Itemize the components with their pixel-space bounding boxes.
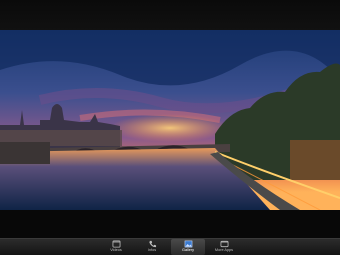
paris-sunset-image	[0, 30, 340, 210]
bottom-spacer	[0, 210, 340, 238]
tab-videos[interactable]: Videos	[99, 239, 133, 255]
apps-icon	[220, 240, 228, 248]
tab-bar: Videos Infos Gallery More Apps	[0, 238, 340, 255]
tab-label: More Apps	[214, 248, 234, 252]
tab-infos[interactable]: Infos	[135, 239, 169, 255]
top-bar	[0, 0, 340, 30]
app-screen: Videos Infos Gallery More Apps	[0, 0, 340, 255]
tab-more-apps[interactable]: More Apps	[207, 239, 241, 255]
gallery-photo[interactable]	[0, 30, 340, 210]
phone-icon	[148, 240, 156, 248]
tab-label: Infos	[147, 248, 157, 252]
tab-gallery[interactable]: Gallery	[171, 239, 205, 255]
tab-label: Videos	[110, 248, 122, 252]
tab-label: Gallery	[181, 248, 195, 252]
gallery-icon	[184, 240, 192, 248]
video-icon	[112, 240, 120, 248]
